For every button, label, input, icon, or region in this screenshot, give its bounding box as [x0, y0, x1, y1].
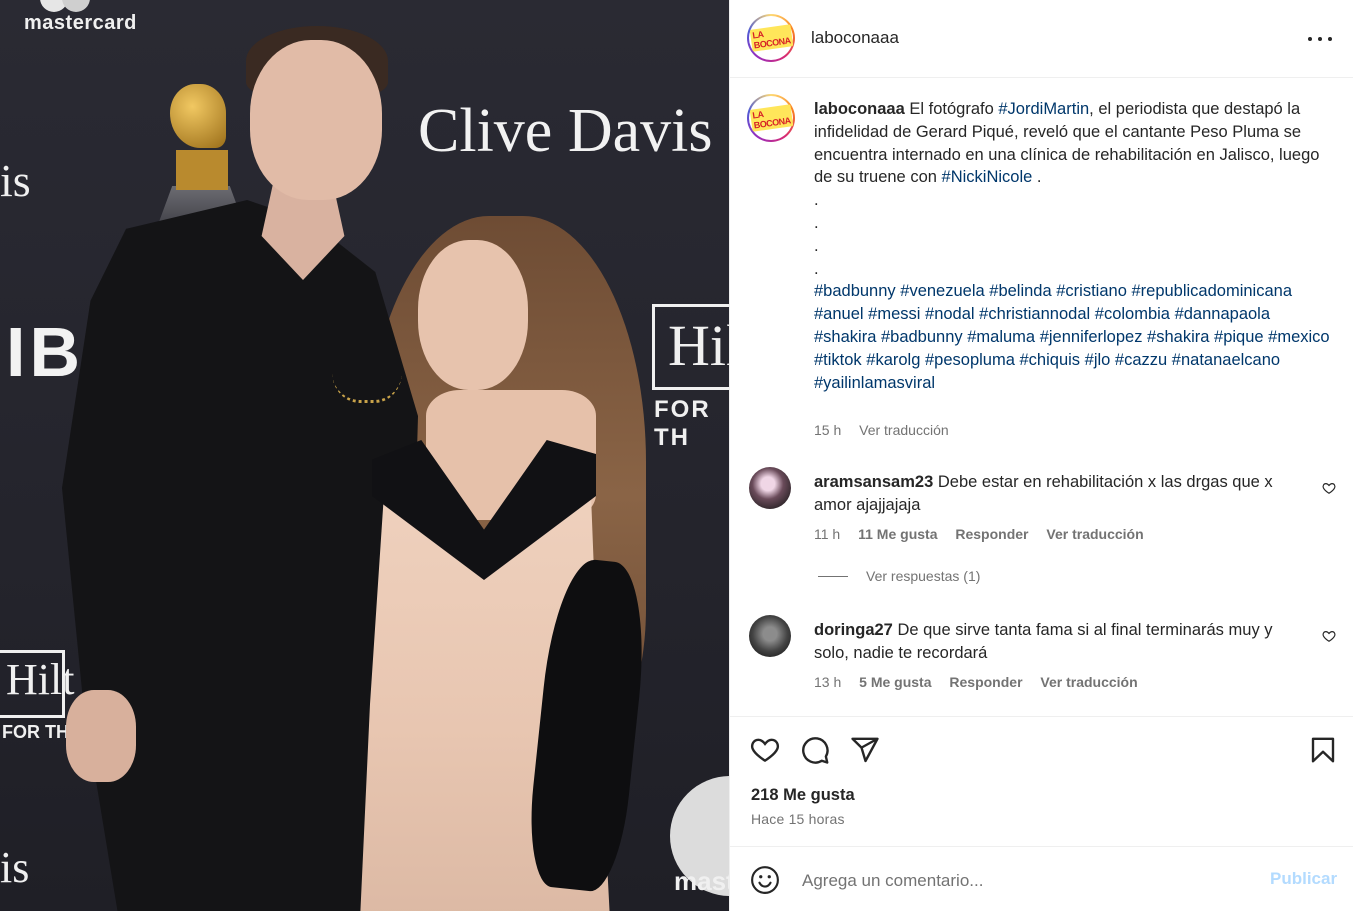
hashtag-link[interactable]: #NickiNicole [942, 168, 1033, 186]
comment-time[interactable]: 11 h [814, 526, 840, 542]
view-replies-button[interactable]: Ver respuestas (1) [818, 568, 980, 584]
hashtag-link[interactable]: #badbunny [814, 282, 896, 300]
hashtag-link[interactable]: #christiannodal [979, 305, 1090, 323]
comment-input[interactable] [800, 865, 1254, 897]
backdrop-hilton-logo-2: Hilt [6, 655, 75, 704]
commenter-username[interactable]: aramsansam23 [814, 473, 933, 491]
backdrop-event-name: Clive Davis [418, 97, 713, 165]
caption-time[interactable]: 15 h [814, 422, 841, 438]
hashtag-link[interactable]: #karolg [866, 351, 920, 369]
caption-dot: . [814, 213, 819, 232]
grammy-statue-horn [170, 84, 226, 148]
caption-text: laboconaaa El fotógrafo #JordiMartin, el… [814, 98, 1334, 394]
view-replies-label: Ver respuestas (1) [866, 568, 981, 584]
bookmark-icon[interactable] [1308, 735, 1338, 765]
hashtag-link[interactable]: #tiktok [814, 351, 862, 369]
commenter-username[interactable]: doringa27 [814, 621, 893, 639]
hashtag-link[interactable]: #mexico [1268, 328, 1329, 346]
caption-username[interactable]: laboconaaa [814, 100, 905, 118]
caption-text-part: El fotógrafo [909, 100, 999, 118]
backdrop-hilton-tagline: FOR TH [654, 396, 711, 451]
post-header: LA BOCONA laboconaaa [730, 0, 1353, 78]
hashtag-link[interactable]: #maluma [967, 328, 1035, 346]
hashtag-link[interactable]: #anuel [814, 305, 864, 323]
reply-button[interactable]: Responder [949, 674, 1022, 690]
comment-likes[interactable]: 11 Me gusta [858, 526, 937, 542]
hashtag-link[interactable]: #chiquis [1020, 351, 1081, 369]
paper-plane-icon[interactable] [850, 735, 880, 765]
hashtag-link[interactable]: #belinda [989, 282, 1051, 300]
hashtag-link[interactable]: #shakira [814, 328, 876, 346]
hashtag-link[interactable]: #dannapaola [1175, 305, 1270, 323]
avatar-logo: LA BOCONA [749, 99, 793, 137]
comment-text: doringa27 De que sirve tanta fama si al … [814, 619, 1294, 665]
post-view: mastercard Clive Davis is IBM Hil FOR TH… [0, 0, 1353, 911]
hashtag-link[interactable]: #nodal [925, 305, 975, 323]
translate-link[interactable]: Ver traducción [1040, 674, 1137, 690]
post-photo[interactable]: mastercard Clive Davis is IBM Hil FOR TH… [0, 0, 729, 911]
caption-dot: . [814, 259, 819, 278]
man-face [250, 40, 382, 200]
commenter-avatar[interactable] [749, 467, 791, 509]
backdrop-hilton-logo: Hil [668, 313, 729, 378]
comment-likes[interactable]: 5 Me gusta [859, 674, 931, 690]
caption-dot: . [814, 236, 819, 255]
publish-button[interactable]: Publicar [1270, 869, 1337, 889]
comment-heart-icon[interactable] [1322, 629, 1336, 643]
avatar-logo: LA BOCONA [749, 19, 793, 57]
comment-time[interactable]: 13 h [814, 674, 841, 690]
comment-meta: 11 h 11 Me gusta Responder Ver traducció… [814, 526, 1158, 542]
comment-text: aramsansam23 Debe estar en rehabilitació… [814, 471, 1294, 517]
hashtag-link[interactable]: #jlo [1085, 351, 1111, 369]
hashtag-link[interactable]: #jenniferlopez [1040, 328, 1143, 346]
likes-count[interactable]: 218 Me gusta [751, 786, 855, 805]
translate-link[interactable]: Ver traducción [1046, 526, 1143, 542]
post-timestamp[interactable]: Hace 15 horas [751, 811, 845, 827]
caption-avatar[interactable]: LA BOCONA [747, 94, 795, 142]
hashtag-link[interactable]: #badbunny [881, 328, 963, 346]
hashtag-link[interactable]: #cristiano [1056, 282, 1127, 300]
hashtag-link[interactable]: #shakira [1147, 328, 1209, 346]
hashtag-link[interactable]: #cazzu [1115, 351, 1167, 369]
translate-link[interactable]: Ver traducción [859, 422, 949, 438]
more-horizontal-icon[interactable] [1308, 30, 1332, 48]
brooch-chain [332, 326, 402, 403]
hashtag-link[interactable]: #JordiMartin [998, 100, 1089, 118]
emoji-icon[interactable] [750, 865, 780, 895]
backdrop-fragment-2: is [0, 843, 30, 892]
replies-line [818, 575, 848, 577]
reply-button[interactable]: Responder [955, 526, 1028, 542]
header-username[interactable]: laboconaaa [811, 28, 899, 48]
hashtag-link[interactable]: #pesopluma [925, 351, 1015, 369]
comments-scroll-area[interactable]: LA BOCONA laboconaaa El fotógrafo #Jordi… [730, 78, 1353, 716]
caption-text-part: . [1032, 168, 1042, 187]
mastercard-wordmark-2: mast [674, 866, 729, 896]
post-side-panel: LA BOCONA laboconaaa LA BOCONA laboconaa… [729, 0, 1353, 911]
mastercard-wordmark: mastercard [24, 12, 137, 34]
hashtag-link[interactable]: #pique [1214, 328, 1264, 346]
comment-heart-icon[interactable] [1322, 481, 1336, 495]
hashtag-link[interactable]: #venezuela [900, 282, 984, 300]
comment-icon[interactable] [800, 735, 830, 765]
comment-meta: 13 h 5 Me gusta Responder Ver traducción [814, 674, 1152, 690]
man-hand [66, 690, 136, 782]
action-bar [730, 716, 1353, 783]
man-figure [62, 200, 418, 911]
hashtag-link[interactable]: #natanaelcano [1172, 351, 1280, 369]
hashtag-link[interactable]: #colombia [1095, 305, 1170, 323]
caption-dot: . [814, 191, 819, 210]
avatar[interactable]: LA BOCONA [747, 14, 795, 62]
hashtag-link[interactable]: #yailinlamasviral [814, 374, 935, 392]
hashtag-link[interactable]: #republicadominicana [1131, 282, 1292, 300]
caption-meta: 15 h Ver traducción [814, 422, 963, 438]
backdrop-fragment: is [0, 155, 31, 206]
add-comment-bar: Publicar [730, 846, 1353, 912]
hashtag-link[interactable]: #messi [868, 305, 920, 323]
heart-icon[interactable] [750, 735, 780, 765]
woman-face [418, 240, 528, 390]
hashtag-list: #badbunny #venezuela #belinda #cristiano… [814, 282, 1330, 391]
commenter-avatar[interactable] [749, 615, 791, 657]
grammy-statue-box [176, 150, 228, 190]
